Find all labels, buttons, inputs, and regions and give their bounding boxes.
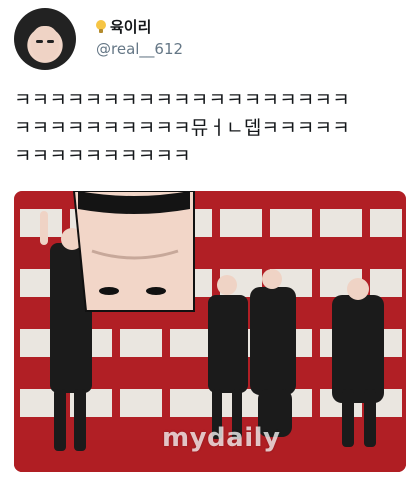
tweet-text: ㅋㅋㅋㅋㅋㅋㅋㅋㅋㅋㅋㅋㅋㅋㅋㅋㅋㅋㅋ ㅋㅋㅋㅋㅋㅋㅋㅋㅋㅋ뮤ㅓㄴ뎁ㅋㅋㅋㅋㅋ … xyxy=(14,86,406,170)
tweet-line: ㅋㅋㅋㅋㅋㅋㅋㅋㅋㅋㅋㅋㅋㅋㅋㅋㅋㅋㅋ xyxy=(14,89,350,111)
tweet-header: 육이리 @real__612 xyxy=(14,8,406,72)
avatar-eye-left xyxy=(36,40,43,43)
tweet-media-image[interactable]: mydaily xyxy=(14,191,406,472)
avatar-face xyxy=(31,26,59,60)
avatar-eye-right xyxy=(47,40,54,43)
display-name[interactable]: 육이리 xyxy=(110,16,151,37)
user-handle[interactable]: @real__612 xyxy=(96,40,183,58)
watermark: mydaily xyxy=(162,423,281,453)
name-row: 육이리 xyxy=(96,16,151,37)
tweet-line: ㅋㅋㅋㅋㅋㅋㅋㅋㅋㅋ xyxy=(14,145,191,167)
tweet-line: ㅋㅋㅋㅋㅋㅋㅋㅋㅋㅋ뮤ㅓㄴ뎁ㅋㅋㅋㅋㅋ xyxy=(14,117,350,139)
avatar[interactable] xyxy=(14,8,76,70)
lightbulb-icon xyxy=(96,19,106,34)
